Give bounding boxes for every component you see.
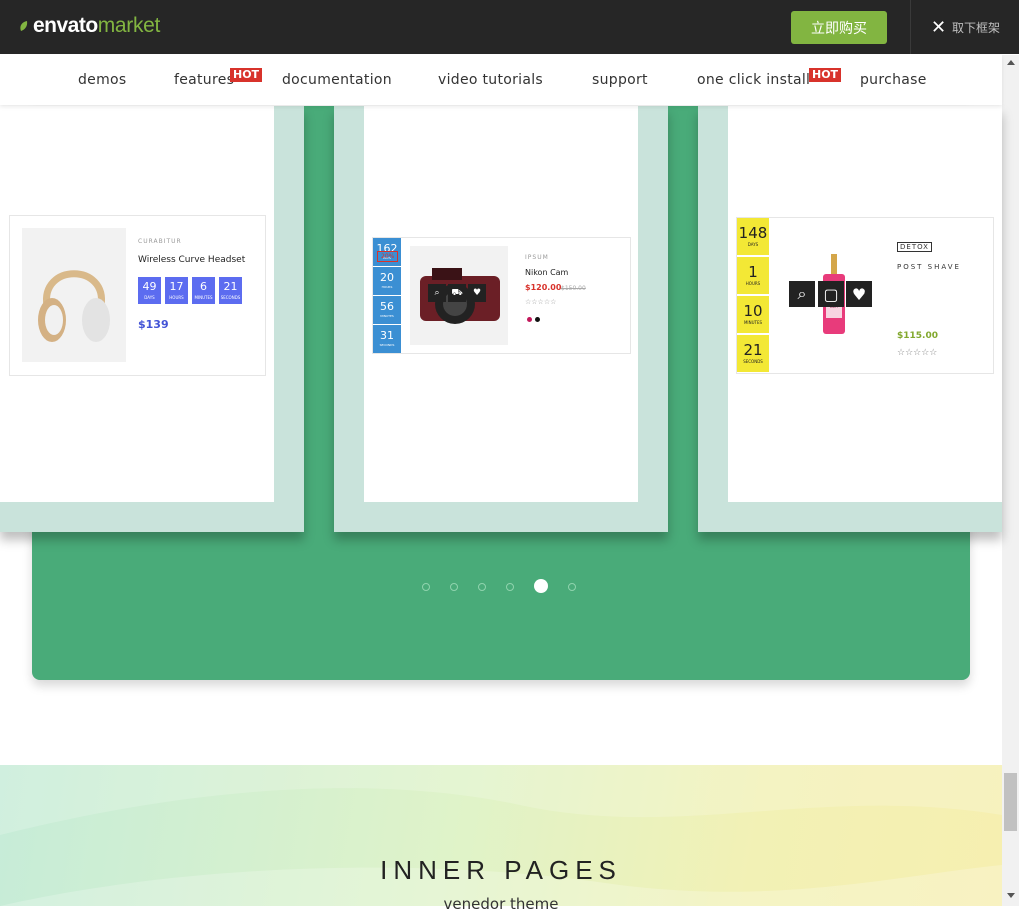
product-price: $115.00 — [897, 331, 938, 341]
inner-pages-title: INNER PAGES — [380, 855, 622, 885]
nav-item-demos[interactable]: demos — [78, 72, 127, 88]
color-swatch[interactable] — [527, 317, 532, 322]
countdown-days: 49 DAYS — [138, 277, 161, 304]
hot-badge: HOT — [809, 68, 842, 82]
remove-frame-label: 取下框架 — [952, 20, 1001, 35]
countdown-days: 148 DAYS — [737, 218, 769, 255]
carousel-dot[interactable] — [422, 583, 430, 591]
carousel-dot[interactable] — [568, 583, 576, 591]
product-name[interactable]: POST SHAVE — [897, 263, 961, 271]
product-category: CURABITUR — [138, 238, 182, 245]
logo-market-text: market — [97, 14, 161, 37]
scroll-thumb[interactable] — [1004, 773, 1017, 831]
carousel-dot-active[interactable] — [534, 579, 548, 593]
search-icon[interactable]: ⌕ — [789, 281, 815, 307]
page-scrollbar[interactable] — [1002, 55, 1019, 906]
carousel-dot[interactable] — [506, 583, 514, 591]
carousel-dot[interactable] — [478, 583, 486, 591]
hot-badge: HOT — [230, 68, 263, 82]
product-price: $139 — [138, 318, 169, 331]
countdown-seconds: 21 SECONDS — [219, 277, 242, 304]
nav-item-one-click-install[interactable]: one click install — [697, 72, 810, 88]
cart-icon[interactable]: ⛟ — [448, 284, 466, 302]
product-card-camera[interactable]: 162 DAYS 20 HOURS 56 MINUTES 31 SECONDS 20% … — [372, 237, 631, 354]
demo-slide[interactable]: CURABITUR Wireless Curve Headset 49 DAYS … — [0, 106, 304, 532]
inner-pages-subtitle: venedor theme — [443, 895, 559, 913]
countdown-hours: 20 HOURS — [373, 267, 401, 295]
headset-image — [22, 228, 126, 362]
close-icon: ✕ — [930, 16, 947, 38]
countdown-seconds: 31 SECONDS — [373, 325, 401, 353]
product-name[interactable]: Nikon Cam — [525, 268, 568, 277]
countdown-seconds: 21 SECONDS — [737, 335, 769, 372]
product-old-price: $150.00 — [561, 285, 586, 292]
envato-top-bar: envato market 立即购买 ✕ 取下框架 — [0, 0, 1019, 54]
main-nav: demos features HOT documentation video t… — [0, 55, 1002, 105]
color-swatch[interactable] — [535, 317, 540, 322]
nav-item-support[interactable]: support — [592, 72, 648, 88]
nav-item-video-tutorials[interactable]: video tutorials — [438, 72, 543, 88]
product-name[interactable]: Wireless Curve Headset — [138, 255, 245, 265]
countdown-hours: 1 HOURS — [737, 257, 769, 294]
brand-logo: DETOX — [897, 242, 932, 252]
remove-frame-button[interactable]: ✕ 取下框架 — [910, 0, 1019, 54]
product-card-post-shave[interactable]: 148DAYS 1HOURS 10MINUTES 21SECONDS SUNDA… — [736, 217, 994, 374]
product-card-headset[interactable]: CURABITUR Wireless Curve Headset 49 DAYS … — [9, 215, 266, 376]
rating-stars-icon: ☆☆☆☆☆ — [897, 348, 938, 358]
search-icon[interactable]: ⌕ — [428, 284, 446, 302]
demo-slide[interactable]: 162 DAYS 20 HOURS 56 MINUTES 31 SECONDS 20% … — [334, 106, 668, 532]
logo-envato-text: envato — [33, 14, 98, 37]
discount-badge: 20% — [377, 251, 399, 262]
countdown-hours: 17 HOURS — [165, 277, 188, 304]
product-price: $120.00 — [525, 283, 562, 292]
heart-icon[interactable]: ♥ — [846, 281, 872, 307]
leaf-icon — [20, 21, 28, 31]
rating-stars-icon: ☆☆☆☆☆ — [525, 298, 557, 306]
nav-item-purchase[interactable]: purchase — [860, 72, 927, 88]
envato-market-logo[interactable]: envato market — [18, 14, 160, 38]
product-category: IPSUM — [525, 254, 549, 261]
carousel-dot[interactable] — [450, 583, 458, 591]
countdown-minutes: 6 MINUTES — [192, 277, 215, 304]
nav-item-documentation[interactable]: documentation — [282, 72, 392, 88]
heart-icon[interactable]: ♥ — [468, 284, 486, 302]
demo-slide[interactable]: 148DAYS 1HOURS 10MINUTES 21SECONDS SUNDA… — [698, 106, 1002, 532]
countdown-minutes: 56 MINUTES — [373, 296, 401, 324]
scroll-up-arrow-icon[interactable] — [1007, 60, 1015, 65]
scroll-down-arrow-icon[interactable] — [1007, 893, 1015, 898]
quick-view-icon[interactable]: ▢ — [818, 281, 844, 307]
buy-now-button[interactable]: 立即购买 — [791, 11, 887, 44]
nav-item-features[interactable]: features — [174, 72, 234, 88]
countdown-minutes: 10 MINUTES — [737, 296, 769, 333]
